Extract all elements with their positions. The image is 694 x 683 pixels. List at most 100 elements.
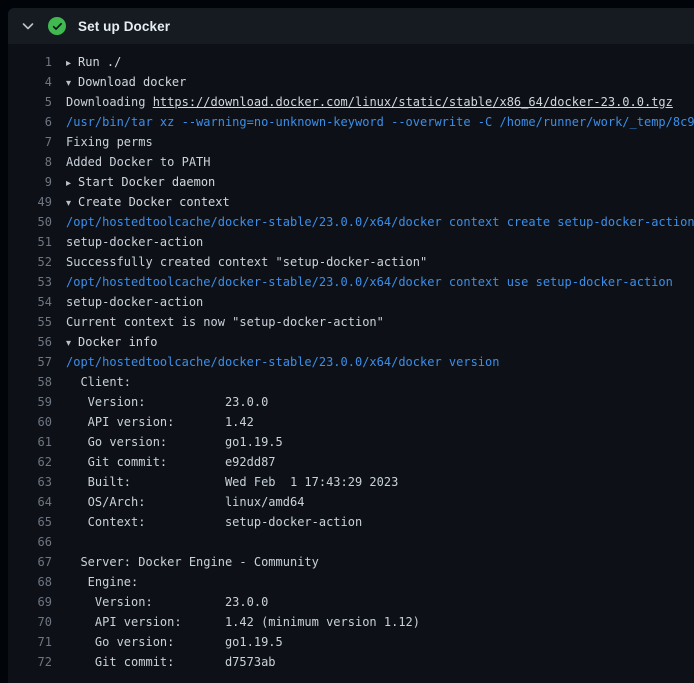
log-text-segment: Go version: go1.19.5 [66, 435, 283, 449]
group-title[interactable]: Create Docker context [78, 195, 230, 209]
log-text-segment: Downloading [66, 95, 153, 109]
line-number[interactable]: 63 [8, 472, 52, 492]
line-number[interactable]: 53 [8, 272, 52, 292]
log-text: Go version: go1.19.5 [52, 432, 283, 452]
line-number[interactable]: 64 [8, 492, 52, 512]
log-text: setup-docker-action [52, 232, 203, 252]
log-line: 64 OS/Arch: linux/amd64 [8, 492, 694, 512]
log-text-segment: Context: setup-docker-action [66, 515, 362, 529]
line-number[interactable]: 7 [8, 132, 52, 152]
log-text-segment: Client: [66, 375, 131, 389]
line-number[interactable]: 4 [8, 72, 52, 92]
line-number[interactable]: 49 [8, 192, 52, 212]
log-text: Current context is now "setup-docker-act… [52, 312, 384, 332]
command-text: /usr/bin/tar xz --warning=no-unknown-key… [66, 115, 694, 129]
log-text: /usr/bin/tar xz --warning=no-unknown-key… [52, 112, 694, 132]
log-group-header[interactable]: ▾Download docker [52, 72, 186, 92]
log-line: 72 Git commit: d7573ab [8, 652, 694, 672]
group-expanded-icon[interactable]: ▾ [66, 334, 78, 352]
line-number[interactable]: 68 [8, 572, 52, 592]
log-line: 67 Server: Docker Engine - Community [8, 552, 694, 572]
line-number[interactable]: 60 [8, 412, 52, 432]
line-number[interactable]: 72 [8, 652, 52, 672]
line-number[interactable]: 67 [8, 552, 52, 572]
log-line: 70 API version: 1.42 (minimum version 1.… [8, 612, 694, 632]
download-url-link[interactable]: https://download.docker.com/linux/static… [153, 95, 673, 109]
group-collapsed-icon[interactable]: ▸ [66, 174, 78, 192]
log-line: 66 [8, 532, 694, 552]
step-header[interactable]: Set up Docker [8, 8, 694, 44]
log-text-segment: Added Docker to PATH [66, 155, 211, 169]
log-line: 1▸Run ./ [8, 52, 694, 72]
log-text-segment: API version: 1.42 [66, 415, 254, 429]
log-text-segment: Version: 23.0.0 [66, 595, 268, 609]
line-number[interactable]: 55 [8, 312, 52, 332]
line-number[interactable]: 51 [8, 232, 52, 252]
line-number[interactable]: 57 [8, 352, 52, 372]
log-line: 60 API version: 1.42 [8, 412, 694, 432]
line-number[interactable]: 54 [8, 292, 52, 312]
line-number[interactable]: 69 [8, 592, 52, 612]
line-number[interactable]: 1 [8, 52, 52, 72]
line-number[interactable]: 50 [8, 212, 52, 232]
log-text-segment: Go version: go1.19.5 [66, 635, 283, 649]
log-text: /opt/hostedtoolcache/docker-stable/23.0.… [52, 212, 694, 232]
group-collapsed-icon[interactable]: ▸ [66, 54, 78, 72]
group-title[interactable]: Start Docker daemon [78, 175, 215, 189]
group-expanded-icon[interactable]: ▾ [66, 74, 78, 92]
line-number[interactable]: 71 [8, 632, 52, 652]
log-text-segment: Built: Wed Feb 1 17:43:29 2023 [66, 475, 398, 489]
log-line: 52 Successfully created context "setup-do… [8, 252, 694, 272]
log-line: 59 Version: 23.0.0 [8, 392, 694, 412]
command-text: /opt/hostedtoolcache/docker-stable/23.0.… [66, 215, 694, 229]
log-line: 4▾Download docker [8, 72, 694, 92]
log-text: Git commit: e92dd87 [52, 452, 276, 472]
log-line: 68 Engine: [8, 572, 694, 592]
log-line: 58 Client: [8, 372, 694, 392]
log-text: Version: 23.0.0 [52, 392, 268, 412]
log-line: 6/usr/bin/tar xz --warning=no-unknown-ke… [8, 112, 694, 132]
log-text: Context: setup-docker-action [52, 512, 362, 532]
log-text: OS/Arch: linux/amd64 [52, 492, 304, 512]
line-number[interactable]: 70 [8, 612, 52, 632]
log-line: 9▸Start Docker daemon [8, 172, 694, 192]
log-text: /opt/hostedtoolcache/docker-stable/23.0.… [52, 272, 673, 292]
line-number[interactable]: 5 [8, 92, 52, 112]
line-number[interactable]: 52 [8, 252, 52, 272]
log-text: Built: Wed Feb 1 17:43:29 2023 [52, 472, 398, 492]
line-number[interactable]: 61 [8, 432, 52, 452]
line-number[interactable]: 65 [8, 512, 52, 532]
log-text-segment: API version: 1.42 (minimum version 1.12) [66, 615, 420, 629]
log-text-segment: setup-docker-action [66, 295, 203, 309]
line-number[interactable]: 58 [8, 372, 52, 392]
line-number[interactable]: 56 [8, 332, 52, 352]
check-circle-icon [48, 17, 66, 35]
line-number[interactable]: 59 [8, 392, 52, 412]
log-group-header[interactable]: ▸Run ./ [52, 52, 121, 72]
step-log-panel: Set up Docker 1▸Run ./4▾Download docker5… [8, 8, 694, 683]
log-text-segment: Git commit: e92dd87 [66, 455, 276, 469]
log-line: 65 Context: setup-docker-action [8, 512, 694, 532]
log-line: 55Current context is now "setup-docker-a… [8, 312, 694, 332]
line-number[interactable]: 66 [8, 532, 52, 552]
log-line: 69 Version: 23.0.0 [8, 592, 694, 612]
group-title[interactable]: Download docker [78, 75, 186, 89]
log-text-segment: Successfully created context "setup-dock… [66, 255, 427, 269]
log-line: 54 setup-docker-action [8, 292, 694, 312]
log-line: 49▾Create Docker context [8, 192, 694, 212]
line-number[interactable]: 8 [8, 152, 52, 172]
chevron-down-icon[interactable] [20, 18, 36, 34]
log-group-header[interactable]: ▸Start Docker daemon [52, 172, 215, 192]
log-group-header[interactable]: ▾Create Docker context [52, 192, 230, 212]
log-group-header[interactable]: ▾Docker info [52, 332, 157, 352]
log-text-segment: OS/Arch: linux/amd64 [66, 495, 304, 509]
group-title[interactable]: Run ./ [78, 55, 121, 69]
group-expanded-icon[interactable]: ▾ [66, 194, 78, 212]
line-number[interactable]: 6 [8, 112, 52, 132]
log-text-segment: Git commit: d7573ab [66, 655, 276, 669]
line-number[interactable]: 62 [8, 452, 52, 472]
line-number[interactable]: 9 [8, 172, 52, 192]
log-text: Version: 23.0.0 [52, 592, 268, 612]
group-title[interactable]: Docker info [78, 335, 157, 349]
log-text-segment: Version: 23.0.0 [66, 395, 268, 409]
